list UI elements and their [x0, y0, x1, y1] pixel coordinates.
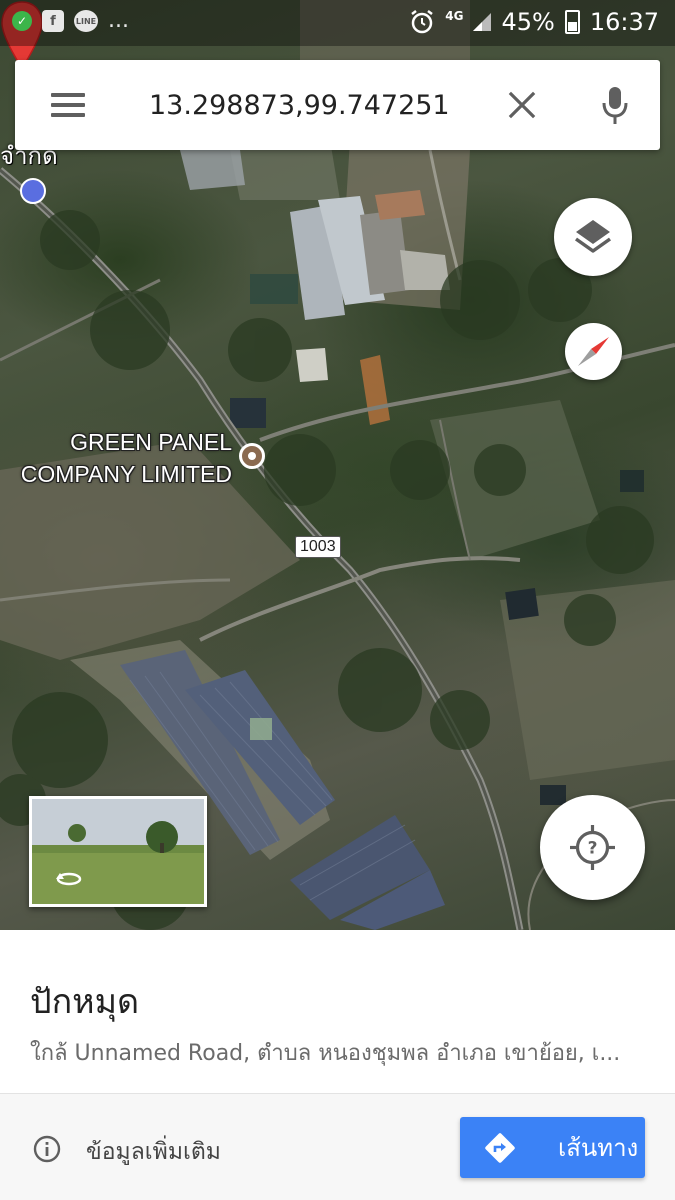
search-bar: [15, 60, 660, 150]
poi-marker-icon[interactable]: [239, 443, 265, 469]
poi-marker-shop-icon[interactable]: [20, 178, 46, 204]
directions-label: เส้นทาง: [558, 1134, 639, 1162]
place-sheet[interactable]: ปักหมุด ใกล้ Unnamed Road, ตําบล หนองชุม…: [0, 930, 675, 1200]
street-view-thumbnail[interactable]: [29, 796, 207, 907]
poi-label-line2: COMPANY LIMITED: [20, 461, 232, 487]
overflow-dots: ...: [108, 8, 129, 33]
layers-button[interactable]: [554, 198, 632, 276]
clock: 16:37: [589, 8, 659, 36]
my-location-icon: ?: [570, 825, 615, 870]
sheet-footer: ข้อมูลเพิ่มเติม เส้นทาง: [0, 1094, 675, 1200]
place-address: ใกล้ Unnamed Road, ตําบล หนองชุมพล อําเภ…: [30, 1041, 621, 1066]
poi-label-green-panel[interactable]: GREEN PANEL COMPANY LIMITED: [0, 426, 232, 490]
status-bar: ✓ f LINE ... 4G 45% 16:37: [0, 0, 675, 46]
directions-icon: [485, 1132, 515, 1163]
compass-icon: [578, 337, 609, 366]
mic-icon[interactable]: [601, 86, 629, 126]
system-icons: 4G 45% 16:37: [409, 8, 659, 36]
close-icon[interactable]: [508, 91, 536, 119]
network-type: 4G: [445, 9, 464, 23]
signal-icon: [473, 13, 492, 31]
menu-icon[interactable]: [51, 93, 85, 117]
svg-text:?: ?: [588, 839, 598, 859]
poi-label-line1: GREEN PANEL: [70, 429, 232, 455]
directions-button[interactable]: เส้นทาง: [460, 1117, 645, 1178]
road-number-shield: 1003: [295, 536, 341, 558]
place-title: ปักหมุด: [30, 982, 140, 1022]
battery-percent: 45%: [501, 8, 555, 36]
check-circle-icon: ✓: [12, 11, 32, 31]
notification-icons: ✓ f LINE ...: [12, 10, 129, 32]
my-location-button[interactable]: ?: [540, 795, 645, 900]
compass-button[interactable]: [565, 323, 622, 380]
battery-icon: [564, 10, 580, 34]
search-input[interactable]: [133, 84, 509, 126]
alarm-icon: [411, 10, 434, 34]
street-view-icon: [56, 872, 82, 886]
facebook-icon: f: [42, 10, 64, 32]
layers-icon: [574, 220, 612, 253]
info-icon[interactable]: [33, 1135, 61, 1163]
line-icon: LINE: [74, 10, 98, 32]
more-info-link[interactable]: ข้อมูลเพิ่มเติม: [86, 1134, 221, 1170]
